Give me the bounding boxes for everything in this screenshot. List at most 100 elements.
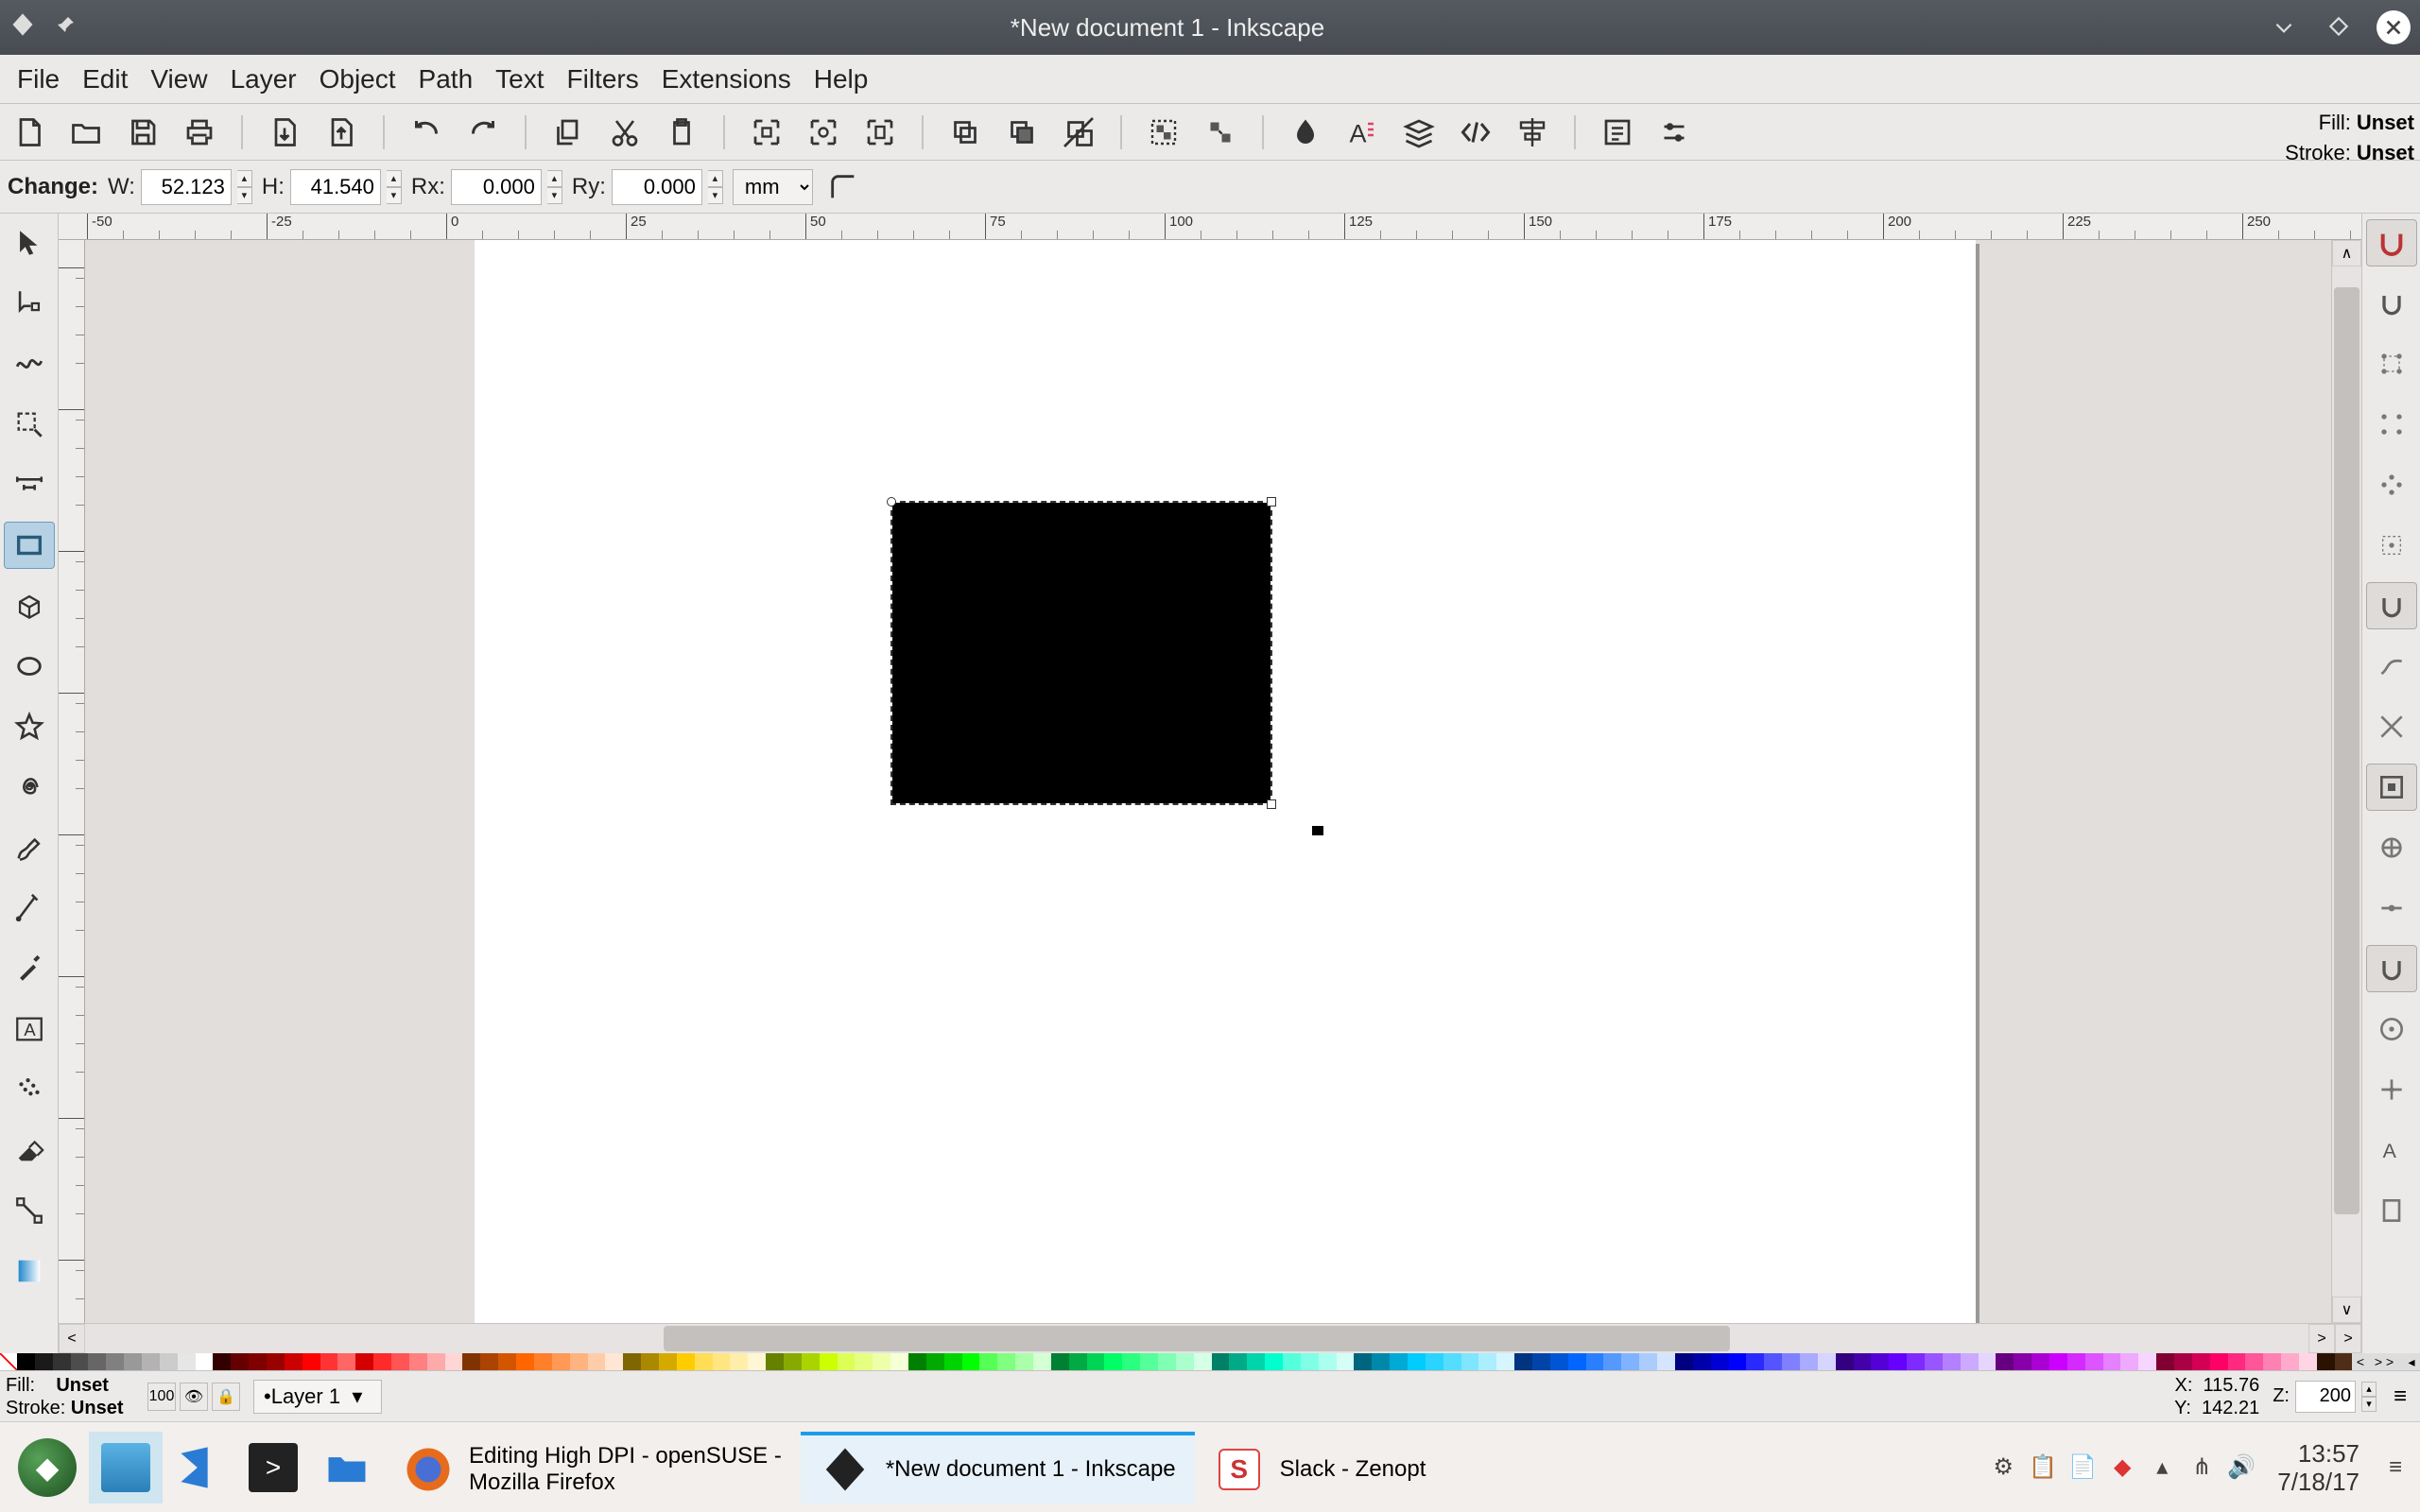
swatch[interactable] — [2281, 1353, 2299, 1370]
scroll-left-arrow[interactable]: < — [59, 1324, 85, 1353]
swatch[interactable] — [2299, 1353, 2317, 1370]
swatch[interactable] — [1122, 1353, 1140, 1370]
snap-intersection-icon[interactable] — [2366, 703, 2417, 750]
task-slack[interactable]: S Slack - Zenopt — [1195, 1432, 1445, 1503]
handle-top-left[interactable] — [887, 497, 896, 507]
bezier-tool[interactable] — [4, 885, 55, 932]
swatch[interactable] — [302, 1353, 320, 1370]
xml-dialog-icon[interactable] — [1454, 111, 1497, 154]
maximize-button[interactable] — [2322, 10, 2356, 44]
menu-file[interactable]: File — [8, 60, 69, 98]
ry-spinner[interactable]: ▴▾ — [708, 170, 723, 204]
snap-bbox-center-icon[interactable] — [2366, 522, 2417, 569]
zoom-spinner[interactable]: ▴▾ — [2361, 1382, 2377, 1412]
3dbox-tool[interactable] — [4, 582, 55, 629]
swatch[interactable] — [516, 1353, 534, 1370]
vscode-launcher[interactable] — [163, 1432, 236, 1503]
swatch[interactable] — [1354, 1353, 1372, 1370]
swatch[interactable] — [1408, 1353, 1426, 1370]
scroll-right-arrow2[interactable]: > — [2335, 1324, 2361, 1353]
swatch[interactable] — [1247, 1353, 1265, 1370]
minimize-button[interactable] — [2267, 10, 2301, 44]
clone-icon[interactable] — [1000, 111, 1044, 154]
swatch[interactable] — [962, 1353, 980, 1370]
tray-clock[interactable]: 13:577/18/17 — [2266, 1439, 2371, 1496]
swatch[interactable] — [1033, 1353, 1051, 1370]
swatch[interactable] — [1693, 1353, 1711, 1370]
swatch[interactable] — [1443, 1353, 1461, 1370]
swatch[interactable] — [124, 1353, 142, 1370]
swatch[interactable] — [623, 1353, 641, 1370]
swatch[interactable] — [641, 1353, 659, 1370]
swatch[interactable] — [1675, 1353, 1693, 1370]
menu-text[interactable]: Text — [486, 60, 553, 98]
swatch[interactable] — [1461, 1353, 1479, 1370]
task-inkscape[interactable]: *New document 1 - Inkscape — [801, 1432, 1195, 1503]
swatch[interactable] — [2085, 1353, 2103, 1370]
swatch[interactable] — [71, 1353, 89, 1370]
text-tool[interactable]: A — [4, 1005, 55, 1053]
eraser-tool[interactable] — [4, 1126, 55, 1174]
ungroup-icon[interactable] — [1199, 111, 1242, 154]
swatch[interactable] — [730, 1353, 748, 1370]
new-file-icon[interactable] — [8, 111, 51, 154]
align-dialog-icon[interactable] — [1511, 111, 1554, 154]
swatch[interactable] — [1639, 1353, 1657, 1370]
horizontal-scrollbar[interactable]: < > > — [59, 1323, 2361, 1353]
spiral-tool[interactable] — [4, 764, 55, 811]
fill-stroke-dialog-icon[interactable] — [1284, 111, 1327, 154]
cut-icon[interactable] — [603, 111, 647, 154]
swatch[interactable] — [2263, 1353, 2281, 1370]
swatch[interactable] — [1854, 1353, 1872, 1370]
swatch[interactable] — [1301, 1353, 1319, 1370]
measure-tool[interactable] — [4, 461, 55, 508]
menu-view[interactable]: View — [141, 60, 216, 98]
swatch[interactable] — [2317, 1353, 2335, 1370]
swatch[interactable] — [17, 1353, 35, 1370]
swatch[interactable] — [2014, 1353, 2031, 1370]
swatch[interactable] — [1550, 1353, 1568, 1370]
swatch[interactable] — [979, 1353, 997, 1370]
swatch[interactable] — [427, 1353, 445, 1370]
swatch[interactable] — [695, 1353, 713, 1370]
snap-enable-icon[interactable] — [2366, 219, 2417, 266]
layer-selector[interactable]: •Layer 1 ▾ — [253, 1380, 382, 1414]
swatch[interactable] — [160, 1353, 178, 1370]
swatch[interactable] — [1996, 1353, 2014, 1370]
swatch[interactable] — [1283, 1353, 1301, 1370]
width-spinner[interactable]: ▴▾ — [237, 170, 252, 204]
swatch[interactable] — [1158, 1353, 1176, 1370]
dolphin-launcher[interactable] — [310, 1432, 384, 1503]
swatch[interactable] — [320, 1353, 338, 1370]
swatch[interactable] — [534, 1353, 552, 1370]
swatch[interactable] — [2138, 1353, 2156, 1370]
swatch[interactable] — [1657, 1353, 1675, 1370]
swatch[interactable] — [2210, 1353, 2228, 1370]
swatch[interactable] — [445, 1353, 463, 1370]
swatch[interactable] — [1907, 1353, 1925, 1370]
unlink-clone-icon[interactable] — [1057, 111, 1100, 154]
swatch[interactable] — [142, 1353, 160, 1370]
snap-path-icon[interactable] — [2366, 643, 2417, 690]
ry-input[interactable] — [612, 169, 702, 205]
swatch[interactable] — [196, 1353, 214, 1370]
swatch[interactable] — [1015, 1353, 1033, 1370]
swatch[interactable] — [1818, 1353, 1836, 1370]
swatch[interactable] — [480, 1353, 498, 1370]
undo-icon[interactable] — [405, 111, 448, 154]
swatch[interactable] — [2335, 1353, 2353, 1370]
rx-spinner[interactable]: ▴▾ — [547, 170, 562, 204]
pencil-tool[interactable] — [4, 824, 55, 871]
swatch[interactable] — [2049, 1353, 2067, 1370]
swatch[interactable] — [659, 1353, 677, 1370]
swatch[interactable] — [820, 1353, 838, 1370]
menu-extensions[interactable]: Extensions — [652, 60, 801, 98]
snap-center-icon[interactable] — [2366, 1005, 2417, 1053]
text-dialog-icon[interactable]: A — [1340, 111, 1384, 154]
save-icon[interactable] — [121, 111, 164, 154]
swatch[interactable] — [1319, 1353, 1337, 1370]
swatch[interactable] — [2228, 1353, 2246, 1370]
scroll-down-arrow[interactable]: ∨ — [2332, 1297, 2361, 1323]
calligraphy-tool[interactable] — [4, 945, 55, 992]
swatch[interactable] — [267, 1353, 285, 1370]
